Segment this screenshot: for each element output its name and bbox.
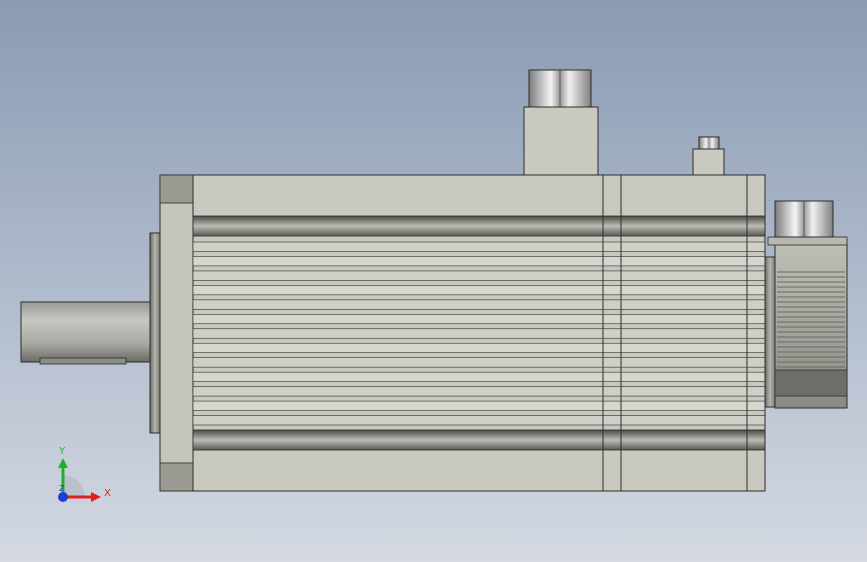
encoder-flange[interactable]: [764, 256, 776, 408]
cooling-fin: [192, 328, 766, 339]
flange-corner-top: [159, 174, 194, 204]
encoder-connector-base: [767, 236, 848, 246]
body-band-top: [192, 215, 766, 237]
cooling-fin: [192, 299, 766, 310]
brake-connector-plug[interactable]: [698, 136, 720, 150]
cooling-fin: [192, 270, 766, 281]
power-connector-housing[interactable]: [523, 106, 599, 176]
flange-corner-bottom: [159, 462, 194, 492]
motor-shaft[interactable]: [20, 301, 152, 363]
body-band-bottom: [192, 429, 766, 451]
z-axis-label: Z: [59, 484, 65, 493]
cooling-fin: [192, 342, 766, 353]
encoder-shadow: [774, 369, 848, 397]
cad-canvas[interactable]: X Y Z: [0, 0, 867, 562]
cooling-fin: [192, 386, 766, 397]
3d-viewport[interactable]: X Y Z: [0, 0, 867, 562]
cooling-fin: [192, 241, 766, 252]
cooling-fin: [192, 415, 766, 426]
cooling-fin: [192, 400, 766, 411]
front-flange[interactable]: [159, 174, 194, 492]
brake-connector-housing[interactable]: [692, 148, 725, 176]
z-axis-dot: [58, 492, 68, 502]
y-axis-label: Y: [58, 446, 66, 457]
cooling-fin: [192, 256, 766, 267]
cooling-fin: [192, 314, 766, 325]
cooling-fin: [192, 357, 766, 368]
cooling-fin: [192, 285, 766, 296]
shaft-key[interactable]: [39, 357, 127, 365]
cooling-fin: [192, 371, 766, 382]
flange-pilot[interactable]: [149, 232, 161, 434]
x-axis-label: X: [104, 488, 111, 499]
